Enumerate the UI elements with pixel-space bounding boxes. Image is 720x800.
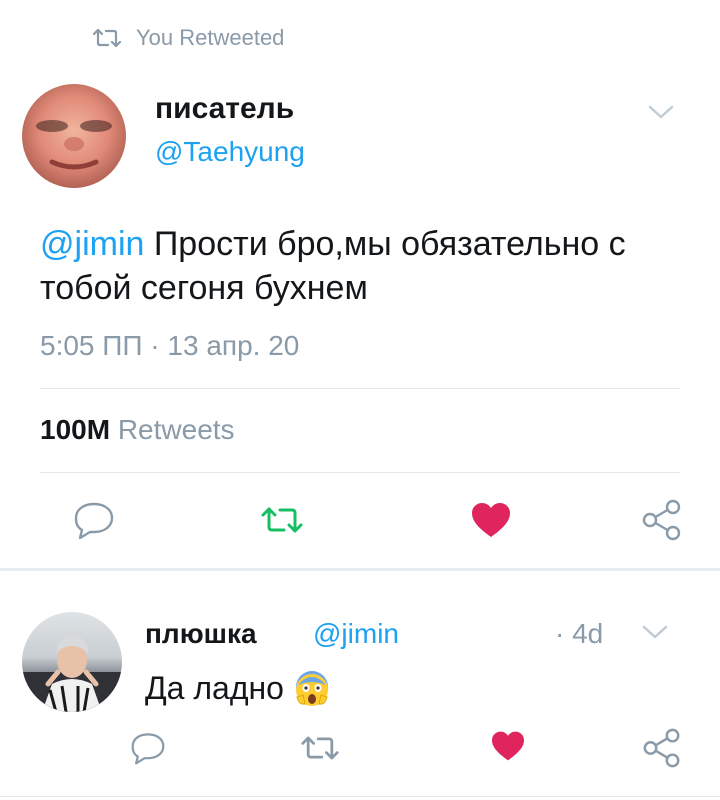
user-handle[interactable]: @jimin <box>313 618 399 650</box>
retweet-icon <box>260 504 304 536</box>
share-icon <box>640 498 684 542</box>
heart-icon <box>490 730 526 762</box>
user-handle[interactable]: @Taehyung <box>155 136 305 168</box>
chevron-down-icon[interactable] <box>642 624 668 640</box>
retweet-button[interactable] <box>252 490 312 550</box>
retweet-context-label: You Retweeted <box>136 25 285 50</box>
heart-icon <box>470 501 512 539</box>
chevron-down-icon[interactable] <box>648 104 674 120</box>
tweet-timestamp: 5:05 ПП · 13 апр. 20 <box>40 330 299 362</box>
share-icon <box>641 727 683 769</box>
reply-button[interactable] <box>64 490 124 550</box>
retweet-button[interactable] <box>290 718 350 778</box>
divider <box>40 472 680 473</box>
like-button[interactable] <box>478 716 538 776</box>
share-button[interactable] <box>632 490 692 550</box>
avatar[interactable] <box>22 612 122 712</box>
share-button[interactable] <box>632 718 692 778</box>
tweet-time: · 4d <box>555 618 604 649</box>
retweet-icon <box>300 733 340 763</box>
reply-button[interactable] <box>118 718 178 778</box>
like-button[interactable] <box>461 490 521 550</box>
section-separator <box>0 568 720 571</box>
retweet-count-label: Retweets <box>110 414 235 445</box>
tweet-text: Да ладно <box>145 670 330 707</box>
tweet-body: Да ладно <box>145 670 284 706</box>
retweet-context: You Retweeted <box>92 22 284 54</box>
avatar[interactable] <box>22 84 126 188</box>
divider <box>0 796 720 797</box>
retweet-icon <box>92 27 122 49</box>
retweet-count: 100M <box>40 414 111 445</box>
meta-separator: · <box>142 330 168 361</box>
tweet-time: 5:05 ПП <box>40 330 143 361</box>
retweet-stats[interactable]: 100M Retweets <box>40 414 235 446</box>
screaming-face-icon <box>294 670 330 707</box>
divider <box>40 388 680 389</box>
tweet-date: 13 апр. 20 <box>167 330 300 361</box>
display-name[interactable]: плюшка <box>145 618 257 650</box>
reply-icon <box>129 731 167 765</box>
reply-icon <box>72 500 116 540</box>
tweet-text: @jimin Прости бро,мы обязательно с тобой… <box>40 222 690 310</box>
mention-link[interactable]: @jimin <box>40 225 144 263</box>
display-name[interactable]: писатель <box>155 92 294 126</box>
